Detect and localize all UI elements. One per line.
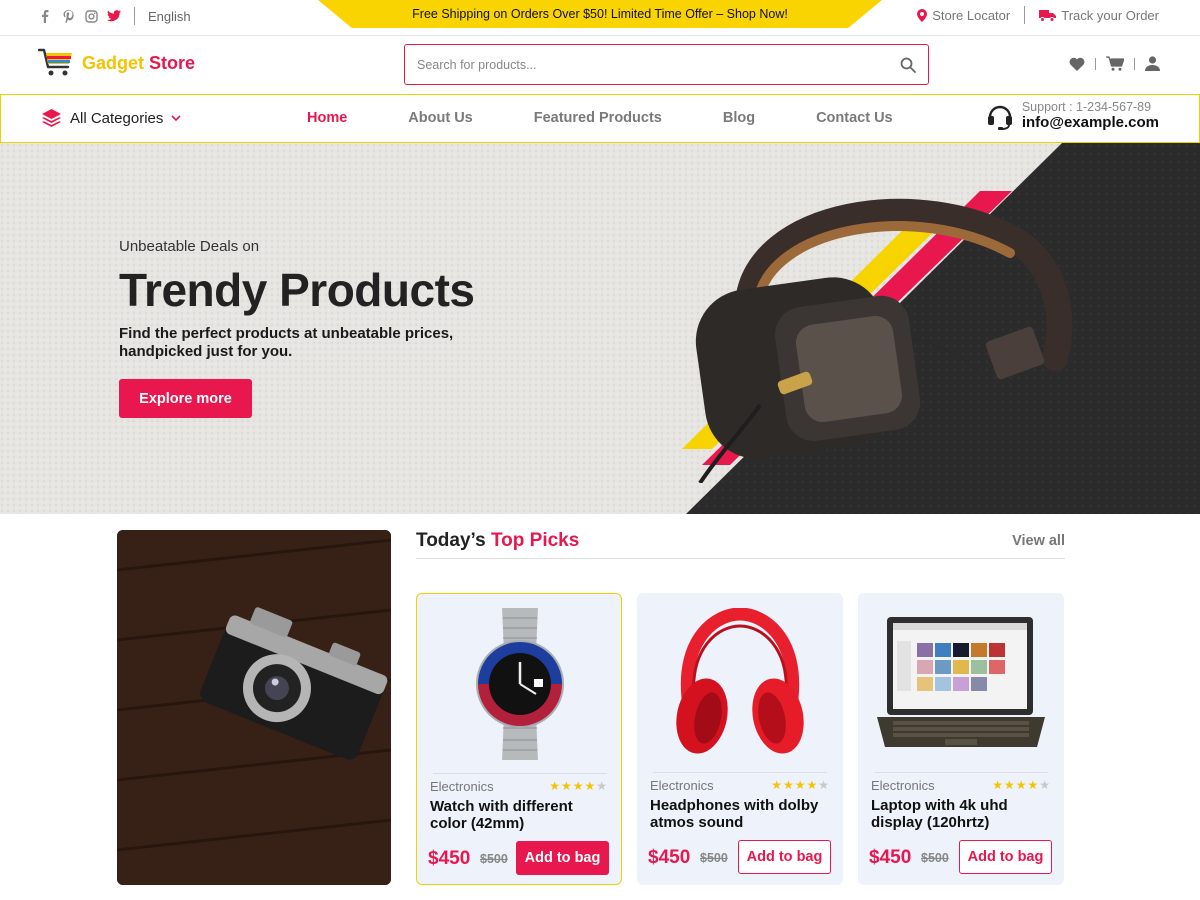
product-price: $450 <box>428 848 471 869</box>
headphones-image <box>676 608 804 754</box>
divider <box>134 7 135 25</box>
divider <box>1024 6 1026 24</box>
rating-stars: ★★★★★ <box>771 778 830 792</box>
logo-word-gadget: Gadget <box>82 52 145 73</box>
divider <box>1134 57 1135 70</box>
support-text: Support : 1-234-567-89 info@example.com <box>1022 100 1159 131</box>
header-actions <box>1069 56 1160 71</box>
logo[interactable]: Gadget Store <box>38 48 195 78</box>
view-all-link[interactable]: View all <box>1012 533 1065 549</box>
map-pin-icon <box>917 8 928 22</box>
product-category: Electronics <box>650 778 714 793</box>
product-category: Electronics <box>430 779 494 794</box>
chevron-down-icon <box>171 114 181 121</box>
product-list: Electronics ★★★★★ Watch with different c… <box>416 593 1064 885</box>
add-to-bag-button[interactable]: Add to bag <box>516 841 609 875</box>
explore-more-button[interactable]: Explore more <box>119 379 252 418</box>
product-name[interactable]: Laptop with 4k uhd display (120hrtz) <box>871 797 1051 831</box>
layers-icon <box>42 109 61 127</box>
product-name[interactable]: Headphones with dolby atmos sound <box>650 797 830 831</box>
product-image <box>858 601 1064 765</box>
product-price: $450 <box>648 847 691 868</box>
instagram-icon[interactable] <box>84 9 98 23</box>
product-price: $450 <box>869 847 912 868</box>
product-old-price: $500 <box>921 851 949 865</box>
search-input[interactable] <box>417 57 900 72</box>
add-to-bag-button[interactable]: Add to bag <box>738 840 831 874</box>
rating-stars: ★★★★★ <box>992 778 1051 792</box>
product-category: Electronics <box>871 778 935 793</box>
facebook-icon[interactable] <box>38 9 52 23</box>
nav-links: Home About Us Featured Products Blog Con… <box>307 110 893 126</box>
nav-home[interactable]: Home <box>307 110 347 126</box>
divider <box>1095 57 1096 70</box>
headphones-image <box>695 198 1073 483</box>
product-card[interactable]: Electronics ★★★★★ Headphones with dolby … <box>637 593 843 885</box>
headset-icon <box>987 105 1012 130</box>
header: Gadget Store <box>0 36 1200 94</box>
support-email[interactable]: info@example.com <box>1022 114 1159 131</box>
all-categories-label: All Categories <box>70 109 164 127</box>
nav-featured-products[interactable]: Featured Products <box>534 110 662 126</box>
truck-icon <box>1039 9 1057 22</box>
store-locator-link[interactable]: Store Locator <box>917 8 1010 23</box>
product-image <box>637 601 843 765</box>
product-card[interactable]: Electronics ★★★★★ Watch with different c… <box>416 593 622 885</box>
promo-text: Free Shipping on Orders Over $50! Limite… <box>412 7 788 21</box>
twitter-icon[interactable] <box>107 9 121 23</box>
hero-banner: Unbeatable Deals on Trendy Products Find… <box>0 143 1200 514</box>
support-phone: Support : 1-234-567-89 <box>1021 100 1152 114</box>
divider <box>433 773 607 774</box>
cart-icon[interactable] <box>1106 56 1124 71</box>
section-title-part1: Today’s <box>416 530 486 551</box>
store-locator-label: Store Locator <box>932 7 1011 23</box>
divider <box>653 772 827 773</box>
promo-banner: Free Shipping on Orders Over $50! Limite… <box>318 0 882 28</box>
camera-promo-image[interactable] <box>117 530 391 885</box>
hero-subtitle: Unbeatable Deals on <box>119 238 260 255</box>
search-bar <box>404 44 929 85</box>
nav-contact-us[interactable]: Contact Us <box>816 110 893 126</box>
hero-description: Find the perfect products at unbeatable … <box>119 325 454 360</box>
shopping-cart-logo-icon <box>38 48 72 76</box>
track-order-link[interactable]: Track your Order <box>1039 8 1159 23</box>
section-title: Today’s Top Picks <box>416 530 579 552</box>
product-old-price: $500 <box>480 852 508 866</box>
product-image <box>417 602 623 766</box>
user-icon[interactable] <box>1145 56 1160 71</box>
rating-stars: ★★★★★ <box>549 779 608 793</box>
track-order-label: Track your Order <box>1061 7 1159 23</box>
support-info: Support : 1-234-567-89 info@example.com <box>986 100 1159 131</box>
nav-about-us[interactable]: About Us <box>408 110 472 126</box>
top-picks-header: Today’s Top Picks View all <box>416 530 1065 559</box>
product-name[interactable]: Watch with different color (42mm) <box>430 798 610 832</box>
nav-blog[interactable]: Blog <box>723 110 755 126</box>
top-links: Store Locator Track your Order <box>917 6 1159 24</box>
logo-text: Gadget Store <box>82 53 195 74</box>
all-categories-dropdown[interactable]: All Categories <box>41 108 181 128</box>
laptop-image <box>877 617 1045 747</box>
search-icon[interactable] <box>900 57 916 73</box>
product-card[interactable]: Electronics ★★★★★ Laptop with 4k uhd dis… <box>858 593 1064 885</box>
heart-icon[interactable] <box>1069 57 1085 71</box>
camera-photo <box>117 530 391 885</box>
logo-word-store: Store <box>149 52 196 73</box>
hero-title: Trendy Products <box>119 264 475 316</box>
watch-image <box>476 608 564 760</box>
section-title-part2: Top Picks <box>490 530 580 551</box>
language-selector[interactable]: English <box>148 9 191 24</box>
divider <box>874 772 1048 773</box>
pinterest-icon[interactable] <box>61 9 75 23</box>
main-nav: All Categories Home About Us Featured Pr… <box>0 94 1200 143</box>
social-links: English <box>38 7 191 25</box>
add-to-bag-button[interactable]: Add to bag <box>959 840 1052 874</box>
product-old-price: $500 <box>700 851 728 865</box>
top-bar: English Free Shipping on Orders Over $50… <box>0 0 1200 36</box>
